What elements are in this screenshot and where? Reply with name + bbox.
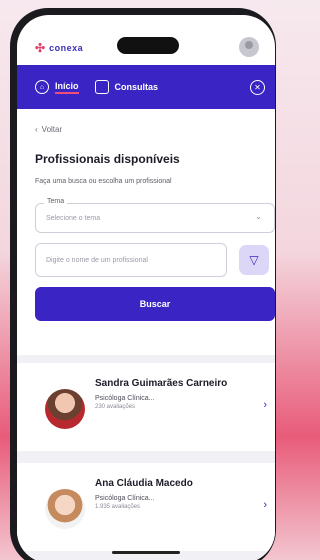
professional-role: Psicóloga Clínica... (95, 395, 155, 402)
camera-notch (117, 37, 179, 54)
search-button[interactable]: Buscar (35, 287, 275, 321)
professional-name: Ana Cláudia Macedo (95, 478, 193, 489)
filter-button[interactable]: ▽ (239, 245, 269, 275)
professional-avatar (45, 389, 85, 429)
professional-card[interactable]: Ana Cláudia Macedo Psicóloga Clínica... … (17, 463, 275, 551)
top-navbar: ⌂ Início Consultas ✕ (17, 65, 275, 109)
professional-avatar (45, 489, 85, 529)
theme-select-label: Tema (44, 198, 68, 205)
page-title: Profissionais disponíveis (35, 152, 180, 166)
professional-name: Sandra Guimarães Carneiro (95, 378, 228, 389)
professional-card[interactable]: Sandra Guimarães Carneiro Psicóloga Clín… (17, 363, 275, 451)
search-row: Digite o nome de um profissional ▽ (35, 243, 275, 277)
professional-info: Sandra Guimarães Carneiro Psicóloga Clín… (95, 377, 245, 451)
professional-ratings: 230 avaliações (95, 404, 136, 410)
search-input[interactable]: Digite o nome de um profissional (35, 243, 227, 277)
chevron-left-icon: ‹ (35, 125, 38, 134)
chevron-right-icon: › (263, 399, 267, 411)
nav-item-label: Início (55, 81, 79, 94)
nav-item-consultas[interactable]: Consultas (87, 76, 167, 98)
app-logo: ✣ conexa (35, 41, 83, 55)
logo-text: conexa (49, 43, 84, 53)
chevron-right-icon: › (263, 499, 267, 511)
close-icon[interactable]: ✕ (250, 79, 265, 95)
professional-info: Ana Cláudia Macedo Psicóloga Clínica... … (95, 477, 245, 551)
home-indicator (112, 551, 180, 554)
professionals-list: Sandra Guimarães Carneiro Psicóloga Clín… (17, 355, 275, 560)
page-subtitle: Faça uma busca ou escolha um profissiona… (35, 178, 172, 185)
briefcase-icon (94, 80, 109, 94)
back-label: Voltar (41, 125, 63, 134)
professional-ratings: 1.935 avaliações (95, 504, 141, 510)
chevron-down-icon: ⌄ (255, 212, 262, 221)
status-bar: ✣ conexa (17, 15, 275, 65)
phone-frame: ✣ conexa ⌂ Início Consultas ✕ ‹ Voltar P… (10, 8, 276, 560)
theme-select[interactable]: Tema Selecione o tema ⌄ (35, 198, 275, 233)
nav-item-inicio[interactable]: ⌂ Início (27, 76, 87, 98)
back-link[interactable]: ‹ Voltar (35, 125, 275, 134)
logo-mark-icon: ✣ (35, 41, 46, 55)
main-content: ‹ Voltar Profissionais disponíveis Faça … (17, 125, 275, 321)
user-avatar[interactable] (239, 37, 259, 57)
theme-select-value: Selecione o tema (46, 214, 101, 222)
filter-icon: ▽ (249, 253, 259, 267)
nav-item-label: Consultas (114, 82, 159, 92)
professional-role: Psicóloga Clínica... (95, 495, 155, 502)
app-screen: ✣ conexa ⌂ Início Consultas ✕ ‹ Voltar P… (17, 15, 275, 560)
home-icon: ⌂ (35, 80, 49, 94)
